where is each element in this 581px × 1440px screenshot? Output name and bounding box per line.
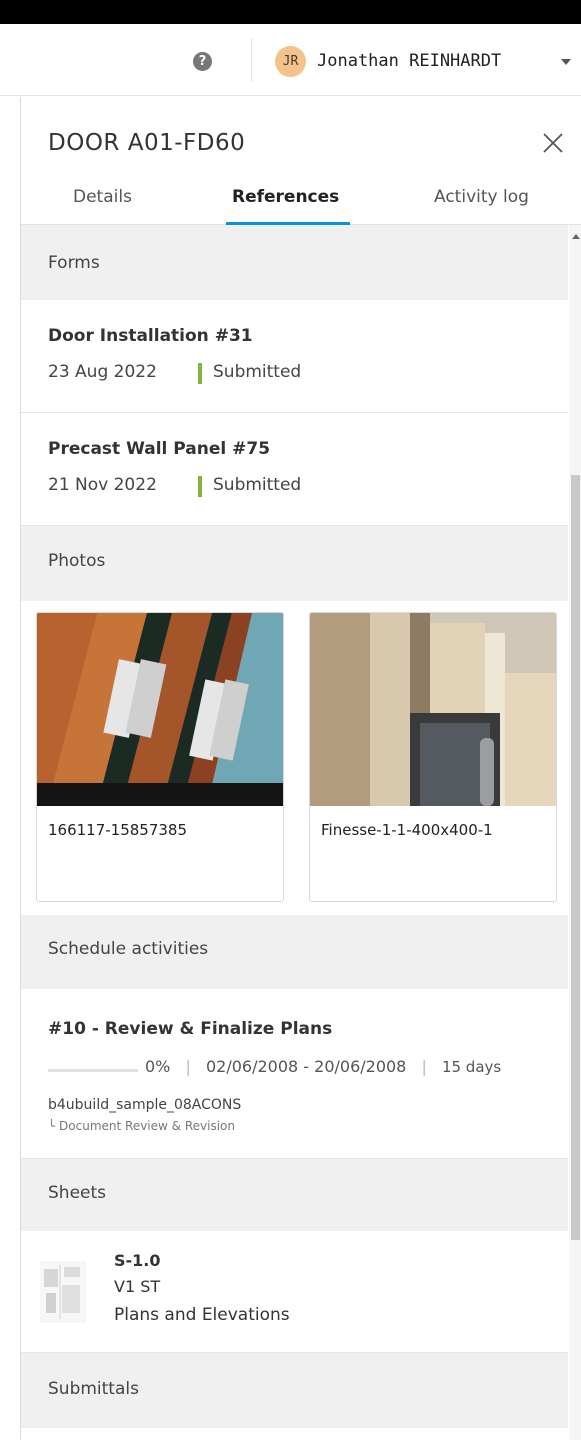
question-circle-icon[interactable]: ? xyxy=(193,52,212,71)
photo-card[interactable]: Finesse-1-1-400x400-1 xyxy=(309,612,557,902)
user-name[interactable]: Jonathan REINHARDT xyxy=(317,48,501,74)
meta-separator: | xyxy=(185,1057,191,1076)
tab-references[interactable]: References xyxy=(232,187,339,207)
caret-down-icon[interactable] xyxy=(561,59,571,65)
section-header-photos: Photos xyxy=(21,526,568,601)
sheet-number: S-1.0 xyxy=(114,1251,161,1270)
top-black-bar xyxy=(0,0,581,24)
form-status: Submitted xyxy=(213,362,302,382)
status-indicator xyxy=(198,476,202,497)
activity-duration: 15 days xyxy=(441,1058,502,1076)
tab-details[interactable]: Details xyxy=(73,187,132,207)
details-panel: DOOR A01-FD60 Details References Activit… xyxy=(20,97,581,1440)
section-label: Schedule activities xyxy=(48,939,209,959)
sheet-name: Plans and Elevations xyxy=(114,1305,290,1325)
section-label: Submittals xyxy=(48,1379,139,1399)
sheet-item[interactable]: S-1.0 V1 ST Plans and Elevations xyxy=(21,1231,568,1353)
status-indicator xyxy=(198,363,202,384)
form-item[interactable]: Precast Wall Panel #75 21 Nov 2022 Submi… xyxy=(21,413,568,526)
sheet-thumbnail xyxy=(40,1261,86,1323)
section-header-sheets: Sheets xyxy=(21,1159,568,1231)
app-header: ? JR Jonathan REINHARDT xyxy=(0,24,581,96)
progress-bar xyxy=(48,1069,138,1072)
form-date: 21 Nov 2022 xyxy=(48,475,157,495)
tab-activity-log[interactable]: Activity log xyxy=(434,187,529,207)
avatar[interactable]: JR xyxy=(275,46,306,77)
meta-separator: | xyxy=(421,1057,427,1076)
activity-title: #10 - Review & Finalize Plans xyxy=(48,1019,333,1039)
photo-thumbnail xyxy=(37,613,283,806)
section-label: Photos xyxy=(48,551,106,571)
activity-dates: 02/06/2008 - 20/06/2008 xyxy=(205,1057,407,1076)
section-header-forms: Forms xyxy=(21,225,568,300)
panel-title: DOOR A01-FD60 xyxy=(48,130,246,156)
form-status: Submitted xyxy=(213,475,302,495)
photos-grid: 166117-15857385 Finesse-1-1-400x400-1 xyxy=(21,601,568,915)
section-label: Sheets xyxy=(48,1183,107,1203)
photo-card[interactable]: 166117-15857385 xyxy=(36,612,284,902)
header-divider xyxy=(251,38,252,82)
form-title: Precast Wall Panel #75 xyxy=(48,439,271,459)
form-date: 23 Aug 2022 xyxy=(48,362,157,382)
form-item[interactable]: Door Installation #31 23 Aug 2022 Submit… xyxy=(21,300,568,413)
scrollbar-thumb[interactable] xyxy=(571,475,580,1240)
scroll-up-arrow-icon[interactable] xyxy=(572,234,580,239)
section-header-submittals: Submittals xyxy=(21,1353,568,1428)
sheet-version: V1 ST xyxy=(114,1277,161,1296)
photo-name: Finesse-1-1-400x400-1 xyxy=(321,821,493,839)
progress-label: 0% xyxy=(145,1057,171,1076)
activity-project: b4ubuild_sample_08ACONS xyxy=(48,1097,242,1113)
references-list: Forms Door Installation #31 23 Aug 2022 … xyxy=(21,225,568,1440)
form-title: Door Installation #31 xyxy=(48,326,253,346)
activity-parent: └ Document Review & Revision xyxy=(48,1119,235,1133)
schedule-activity-item[interactable]: #10 - Review & Finalize Plans 0% | 02/06… xyxy=(21,989,568,1159)
photo-thumbnail xyxy=(310,613,556,806)
photo-name: 166117-15857385 xyxy=(48,821,188,839)
close-icon[interactable] xyxy=(541,131,565,155)
scrollbar[interactable] xyxy=(569,225,581,1440)
panel-tabs: Details References Activity log xyxy=(21,183,581,225)
section-header-schedule: Schedule activities xyxy=(21,915,568,989)
section-label: Forms xyxy=(48,253,100,273)
activity-meta: 0% | 02/06/2008 - 20/06/2008 | 15 days xyxy=(145,1057,501,1076)
